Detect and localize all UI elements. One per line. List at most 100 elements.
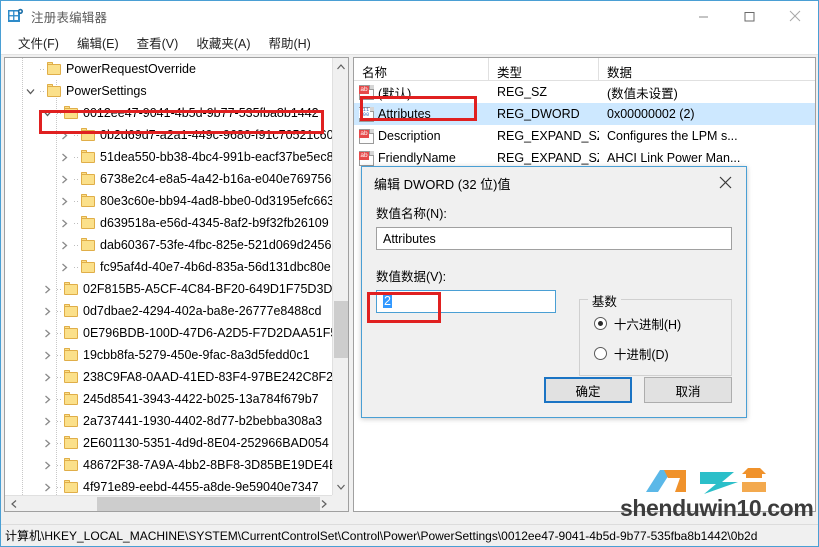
dialog-body: 数值名称(N): Attributes 数值数据(V): 2 基数 十六进制(H…: [362, 199, 746, 376]
tree-node-label: 02F815B5-A5CF-4C84-BF20-649D1F75D3D8: [83, 282, 333, 296]
folder-icon: [46, 84, 62, 98]
tree-node[interactable]: ·· 2a737441-1930-4402-8d77-b2bebba308a3: [5, 410, 333, 432]
chevron-right-icon[interactable]: [39, 476, 55, 495]
chevron-right-icon[interactable]: [39, 432, 55, 454]
folder-icon: [80, 216, 96, 230]
scroll-up-icon[interactable]: [333, 58, 348, 75]
tree-connector: ··: [73, 218, 79, 228]
tree-node-label: 0d7dbae2-4294-402a-ba8e-26777e8488cd: [83, 304, 322, 318]
table-row[interactable]: 011 100 Attributes REG_DWORD 0x00000002 (2): [354, 103, 815, 125]
folder-icon: [80, 194, 96, 208]
tree-node[interactable]: ·· 245d8541-3943-4422-b025-13a784f679b7: [5, 388, 333, 410]
string-value-icon: ab: [359, 84, 374, 100]
tree-node-label: 0E796BDB-100D-47D6-A2D5-F7D2DAA51F51: [83, 326, 333, 340]
chevron-right-icon[interactable]: [39, 278, 55, 300]
chevron-right-icon[interactable]: [56, 190, 72, 212]
menu-help[interactable]: 帮助(H): [259, 30, 319, 55]
column-header-type[interactable]: 类型: [489, 58, 599, 81]
folder-icon: [63, 282, 79, 296]
tree-horizontal-scrollbar[interactable]: [5, 495, 332, 511]
tree-node[interactable]: ·· d639518a-e56d-4345-8af2-b9f32fb26109: [5, 212, 333, 234]
maximize-button[interactable]: [726, 1, 772, 31]
cancel-button[interactable]: 取消: [644, 377, 732, 403]
ok-button[interactable]: 确定: [544, 377, 632, 403]
chevron-right-icon[interactable]: [39, 454, 55, 476]
registry-editor-icon: [8, 8, 24, 24]
table-row[interactable]: ab Description REG_EXPAND_SZ Configures the…: [354, 125, 815, 147]
value-name-input[interactable]: Attributes: [376, 227, 732, 250]
tree-node[interactable]: ·· PowerSettings: [5, 80, 333, 102]
chevron-right-icon[interactable]: [56, 256, 72, 278]
chevron-right-icon[interactable]: [56, 124, 72, 146]
values-list[interactable]: ab (默认) REG_SZ (数值未设置) 011 100 Attributes REG_D…: [354, 81, 815, 169]
tree-node[interactable]: ·· 0E796BDB-100D-47D6-A2D5-F7D2DAA51F51: [5, 322, 333, 344]
chevron-right-icon[interactable]: [39, 410, 55, 432]
tree-connector: ··: [73, 240, 79, 250]
tree-node-label: 2E601130-5351-4d9d-8E04-252966BAD054: [83, 436, 329, 450]
tree-node[interactable]: ·· 48672F38-7A9A-4bb2-8BF8-3D85BE19DE4E: [5, 454, 333, 476]
scrollbar-corner: [332, 495, 348, 511]
tree-node[interactable]: ·· fc95af4d-40e7-4b6d-835a-56d131dbc80e: [5, 256, 333, 278]
tree-node[interactable]: ·· 80e3c60e-bb94-4ad8-bbe0-0d3195efc663: [5, 190, 333, 212]
column-header-data[interactable]: 数据: [599, 58, 815, 81]
value-type: REG_EXPAND_SZ: [497, 129, 599, 143]
table-row[interactable]: ab (默认) REG_SZ (数值未设置): [354, 81, 815, 103]
folder-icon: [46, 62, 62, 76]
tree-node[interactable]: ·· 4f971e89-eebd-4455-a8de-9e59040e7347: [5, 476, 333, 495]
chevron-right-icon[interactable]: [56, 146, 72, 168]
tree-node[interactable]: ·· dab60367-53fe-4fbc-825e-521d069d2456: [5, 234, 333, 256]
chevron-right-icon[interactable]: [39, 388, 55, 410]
menu-file[interactable]: 文件(F): [9, 30, 68, 55]
chevron-right-icon[interactable]: [39, 344, 55, 366]
menu-view[interactable]: 查看(V): [128, 30, 188, 55]
tree-connector: ··: [73, 262, 79, 272]
scroll-left-icon[interactable]: [5, 496, 22, 511]
tree-node[interactable]: ·· 51dea550-bb38-4bc4-991b-eacf37be5ec8: [5, 146, 333, 168]
dialog-close-button[interactable]: [704, 167, 746, 197]
chevron-right-icon[interactable]: [39, 300, 55, 322]
scroll-down-icon[interactable]: [333, 478, 348, 495]
tree-node[interactable]: ·· 0d7dbae2-4294-402a-ba8e-26777e8488cd: [5, 300, 333, 322]
folder-icon: [63, 480, 79, 494]
chevron-down-icon[interactable]: [39, 102, 55, 124]
tree-node[interactable]: ·· 0012ee47-9041-4b5d-9b77-535fba8b1442: [5, 102, 333, 124]
tree-node[interactable]: ·· 6738e2c4-e8a5-4a42-b16a-e040e769756e: [5, 168, 333, 190]
chevron-right-icon[interactable]: [56, 212, 72, 234]
value-data-input[interactable]: 2: [376, 290, 556, 313]
tree-connector: ··: [73, 196, 79, 206]
menu-edit[interactable]: 编辑(E): [68, 30, 128, 55]
tree-node-label: 4f971e89-eebd-4455-a8de-9e59040e7347: [83, 480, 319, 494]
chevron-right-icon[interactable]: [56, 234, 72, 256]
tree-node[interactable]: ·· 0b2d69d7-a2a1-449c-9680-f91c70521c60: [5, 124, 333, 146]
folder-icon: [63, 458, 79, 472]
column-header-name[interactable]: 名称: [354, 58, 489, 81]
folder-icon: [80, 128, 96, 142]
chevron-right-icon[interactable]: [39, 366, 55, 388]
chevron-down-icon[interactable]: [22, 80, 38, 102]
folder-icon: [80, 150, 96, 164]
folder-icon: [63, 106, 79, 120]
scroll-right-icon[interactable]: [315, 496, 332, 511]
minimize-button[interactable]: [680, 1, 726, 31]
folder-icon: [63, 348, 79, 362]
value-data: 0x00000002 (2): [607, 107, 695, 121]
tree-vertical-scrollbar[interactable]: [332, 58, 348, 495]
tree-node[interactable]: ·· 238C9FA8-0AAD-41ED-83F4-97BE242C8F20: [5, 366, 333, 388]
tree-guide-line: [56, 80, 57, 495]
registry-tree[interactable]: ·· PowerRequestOverride ·· PowerSettings ·· 0…: [5, 58, 333, 495]
close-button[interactable]: [772, 1, 818, 31]
folder-icon: [63, 304, 79, 318]
tree-node[interactable]: ·· 19cbb8fa-5279-450e-9fac-8a3d5fedd0c1: [5, 344, 333, 366]
tree-node[interactable]: ·· 02F815B5-A5CF-4C84-BF20-649D1F75D3D8: [5, 278, 333, 300]
tree-scroll-thumb[interactable]: [334, 301, 348, 358]
radio-hexadecimal[interactable]: 十六进制(H): [593, 314, 731, 333]
menu-favorites[interactable]: 收藏夹(A): [187, 30, 259, 55]
value-data: (数值未设置): [607, 86, 678, 101]
tree-node[interactable]: ·· PowerRequestOverride: [5, 58, 333, 80]
radio-decimal[interactable]: 十进制(D): [593, 344, 731, 363]
tree-node-label: 19cbb8fa-5279-450e-9fac-8a3d5fedd0c1: [83, 348, 310, 362]
tree-hscroll-thumb[interactable]: [97, 497, 320, 511]
tree-node[interactable]: ·· 2E601130-5351-4d9d-8E04-252966BAD054: [5, 432, 333, 454]
chevron-right-icon[interactable]: [39, 322, 55, 344]
chevron-right-icon[interactable]: [56, 168, 72, 190]
